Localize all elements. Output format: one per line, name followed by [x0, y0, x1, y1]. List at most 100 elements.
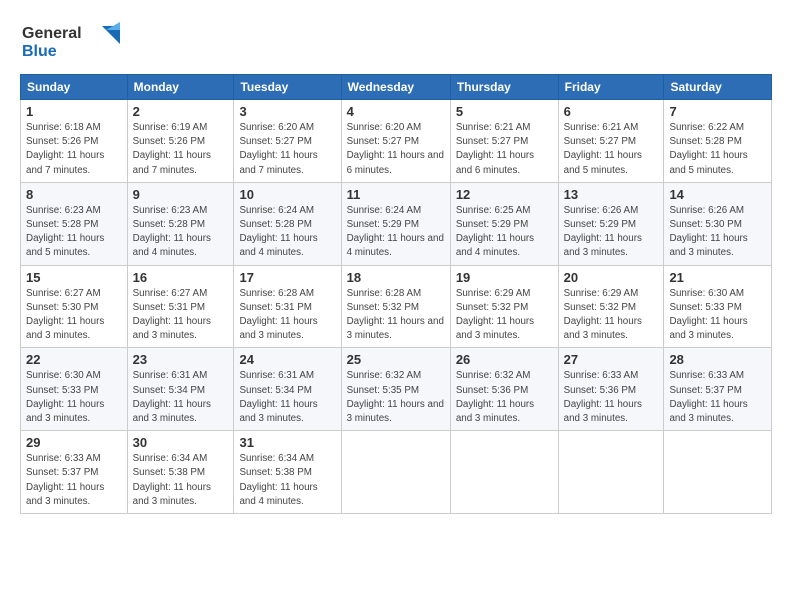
day-info: Sunrise: 6:28 AMSunset: 5:31 PMDaylight:…: [239, 287, 335, 344]
calendar-cell: 2Sunrise: 6:19 AMSunset: 5:26 PMDaylight…: [127, 100, 234, 183]
calendar-cell: 5 Sunrise: 6:21 AMSunset: 5:27 PMDaylight…: [450, 100, 558, 183]
calendar-table: SundayMondayTuesdayWednesdayThursdayFrid…: [20, 74, 772, 514]
calendar-cell: 23 Sunrise: 6:31 AMSunset: 5:34 PMDayligh…: [127, 348, 234, 431]
day-number: 28: [669, 352, 766, 367]
calendar-week-row: 22 Sunrise: 6:30 AMSunset: 5:33 PMDayligh…: [21, 348, 772, 431]
day-number: 21: [669, 270, 766, 285]
day-number: 18: [347, 270, 445, 285]
calendar-cell: 10 Sunrise: 6:24 AMSunset: 5:28 PMDayligh…: [234, 182, 341, 265]
calendar-cell: [664, 431, 772, 514]
day-info: Sunrise: 6:26 AMSunset: 5:30 PMDaylight:…: [669, 204, 766, 261]
calendar-cell: 18Sunrise: 6:28 AMSunset: 5:32 PMDayligh…: [341, 265, 450, 348]
day-info: Sunrise: 6:29 AMSunset: 5:32 PMDaylight:…: [456, 287, 553, 344]
day-number: 27: [564, 352, 659, 367]
day-info: Sunrise: 6:18 AMSunset: 5:26 PMDaylight:…: [26, 121, 122, 178]
calendar-week-row: 8 Sunrise: 6:23 AMSunset: 5:28 PMDaylight…: [21, 182, 772, 265]
calendar-cell: 22 Sunrise: 6:30 AMSunset: 5:33 PMDayligh…: [21, 348, 128, 431]
calendar-header-cell: Wednesday: [341, 75, 450, 100]
day-number: 24: [239, 352, 335, 367]
day-number: 23: [133, 352, 229, 367]
logo-text: General Blue: [20, 18, 130, 68]
day-number: 15: [26, 270, 122, 285]
svg-text:General: General: [22, 25, 82, 42]
calendar-cell: 6Sunrise: 6:21 AMSunset: 5:27 PMDaylight…: [558, 100, 664, 183]
day-number: 5: [456, 104, 553, 119]
calendar-week-row: 15 Sunrise: 6:27 AMSunset: 5:30 PMDayligh…: [21, 265, 772, 348]
calendar-week-row: 29 Sunrise: 6:33 AMSunset: 5:37 PMDayligh…: [21, 431, 772, 514]
calendar-header-cell: Monday: [127, 75, 234, 100]
day-info: Sunrise: 6:23 AMSunset: 5:28 PMDaylight:…: [133, 204, 229, 261]
calendar-cell: 3Sunrise: 6:20 AMSunset: 5:27 PMDaylight…: [234, 100, 341, 183]
day-number: 11: [347, 187, 445, 202]
calendar-cell: 12Sunrise: 6:25 AMSunset: 5:29 PMDayligh…: [450, 182, 558, 265]
day-info: Sunrise: 6:32 AMSunset: 5:35 PMDaylight:…: [347, 369, 445, 426]
calendar-cell: 27 Sunrise: 6:33 AMSunset: 5:36 PMDayligh…: [558, 348, 664, 431]
day-number: 29: [26, 435, 122, 450]
calendar-cell: 30Sunrise: 6:34 AMSunset: 5:38 PMDayligh…: [127, 431, 234, 514]
day-number: 4: [347, 104, 445, 119]
day-info: Sunrise: 6:31 AMSunset: 5:34 PMDaylight:…: [133, 369, 229, 426]
day-info: Sunrise: 6:24 AMSunset: 5:29 PMDaylight:…: [347, 204, 445, 261]
calendar-cell: 19 Sunrise: 6:29 AMSunset: 5:32 PMDayligh…: [450, 265, 558, 348]
calendar-cell: 21 Sunrise: 6:30 AMSunset: 5:33 PMDayligh…: [664, 265, 772, 348]
day-info: Sunrise: 6:30 AMSunset: 5:33 PMDaylight:…: [26, 369, 122, 426]
day-info: Sunrise: 6:29 AMSunset: 5:32 PMDaylight:…: [564, 287, 659, 344]
day-info: Sunrise: 6:22 AMSunset: 5:28 PMDaylight:…: [669, 121, 766, 178]
day-info: Sunrise: 6:20 AMSunset: 5:27 PMDaylight:…: [347, 121, 445, 178]
calendar-cell: 31Sunrise: 6:34 AMSunset: 5:38 PMDayligh…: [234, 431, 341, 514]
calendar-week-row: 1 Sunrise: 6:18 AMSunset: 5:26 PMDaylight…: [21, 100, 772, 183]
day-number: 7: [669, 104, 766, 119]
calendar-cell: 14 Sunrise: 6:26 AMSunset: 5:30 PMDayligh…: [664, 182, 772, 265]
day-info: Sunrise: 6:33 AMSunset: 5:37 PMDaylight:…: [669, 369, 766, 426]
day-info: Sunrise: 6:24 AMSunset: 5:28 PMDaylight:…: [239, 204, 335, 261]
day-number: 30: [133, 435, 229, 450]
header: General Blue: [20, 18, 772, 68]
calendar-cell: 7 Sunrise: 6:22 AMSunset: 5:28 PMDaylight…: [664, 100, 772, 183]
calendar-cell: 29 Sunrise: 6:33 AMSunset: 5:37 PMDayligh…: [21, 431, 128, 514]
day-number: 13: [564, 187, 659, 202]
day-number: 8: [26, 187, 122, 202]
calendar-cell: 17Sunrise: 6:28 AMSunset: 5:31 PMDayligh…: [234, 265, 341, 348]
day-number: 25: [347, 352, 445, 367]
day-info: Sunrise: 6:23 AMSunset: 5:28 PMDaylight:…: [26, 204, 122, 261]
calendar-cell: 28 Sunrise: 6:33 AMSunset: 5:37 PMDayligh…: [664, 348, 772, 431]
day-number: 10: [239, 187, 335, 202]
day-number: 9: [133, 187, 229, 202]
calendar-cell: [341, 431, 450, 514]
calendar-header-cell: Thursday: [450, 75, 558, 100]
day-info: Sunrise: 6:27 AMSunset: 5:30 PMDaylight:…: [26, 287, 122, 344]
day-info: Sunrise: 6:33 AMSunset: 5:37 PMDaylight:…: [26, 452, 122, 509]
day-info: Sunrise: 6:21 AMSunset: 5:27 PMDaylight:…: [564, 121, 659, 178]
day-info: Sunrise: 6:26 AMSunset: 5:29 PMDaylight:…: [564, 204, 659, 261]
day-info: Sunrise: 6:31 AMSunset: 5:34 PMDaylight:…: [239, 369, 335, 426]
calendar-cell: 13 Sunrise: 6:26 AMSunset: 5:29 PMDayligh…: [558, 182, 664, 265]
day-number: 20: [564, 270, 659, 285]
day-info: Sunrise: 6:20 AMSunset: 5:27 PMDaylight:…: [239, 121, 335, 178]
calendar-cell: 15 Sunrise: 6:27 AMSunset: 5:30 PMDayligh…: [21, 265, 128, 348]
calendar-header-cell: Tuesday: [234, 75, 341, 100]
calendar-cell: [558, 431, 664, 514]
day-info: Sunrise: 6:21 AMSunset: 5:27 PMDaylight:…: [456, 121, 553, 178]
day-info: Sunrise: 6:32 AMSunset: 5:36 PMDaylight:…: [456, 369, 553, 426]
calendar-cell: [450, 431, 558, 514]
day-number: 14: [669, 187, 766, 202]
calendar-cell: 25 Sunrise: 6:32 AMSunset: 5:35 PMDayligh…: [341, 348, 450, 431]
calendar-cell: 8 Sunrise: 6:23 AMSunset: 5:28 PMDaylight…: [21, 182, 128, 265]
calendar-cell: 16Sunrise: 6:27 AMSunset: 5:31 PMDayligh…: [127, 265, 234, 348]
day-number: 19: [456, 270, 553, 285]
calendar-cell: 4 Sunrise: 6:20 AMSunset: 5:27 PMDaylight…: [341, 100, 450, 183]
day-info: Sunrise: 6:34 AMSunset: 5:38 PMDaylight:…: [239, 452, 335, 509]
calendar-cell: 20 Sunrise: 6:29 AMSunset: 5:32 PMDayligh…: [558, 265, 664, 348]
day-info: Sunrise: 6:30 AMSunset: 5:33 PMDaylight:…: [669, 287, 766, 344]
day-number: 22: [26, 352, 122, 367]
logo: General Blue: [20, 18, 130, 68]
day-number: 1: [26, 104, 122, 119]
day-info: Sunrise: 6:33 AMSunset: 5:36 PMDaylight:…: [564, 369, 659, 426]
day-number: 26: [456, 352, 553, 367]
svg-text:Blue: Blue: [22, 43, 57, 60]
calendar-cell: 1 Sunrise: 6:18 AMSunset: 5:26 PMDaylight…: [21, 100, 128, 183]
page: General Blue SundayMondayTuesdayWednesda…: [0, 0, 792, 524]
calendar-header-row: SundayMondayTuesdayWednesdayThursdayFrid…: [21, 75, 772, 100]
day-info: Sunrise: 6:25 AMSunset: 5:29 PMDaylight:…: [456, 204, 553, 261]
calendar-header-cell: Sunday: [21, 75, 128, 100]
